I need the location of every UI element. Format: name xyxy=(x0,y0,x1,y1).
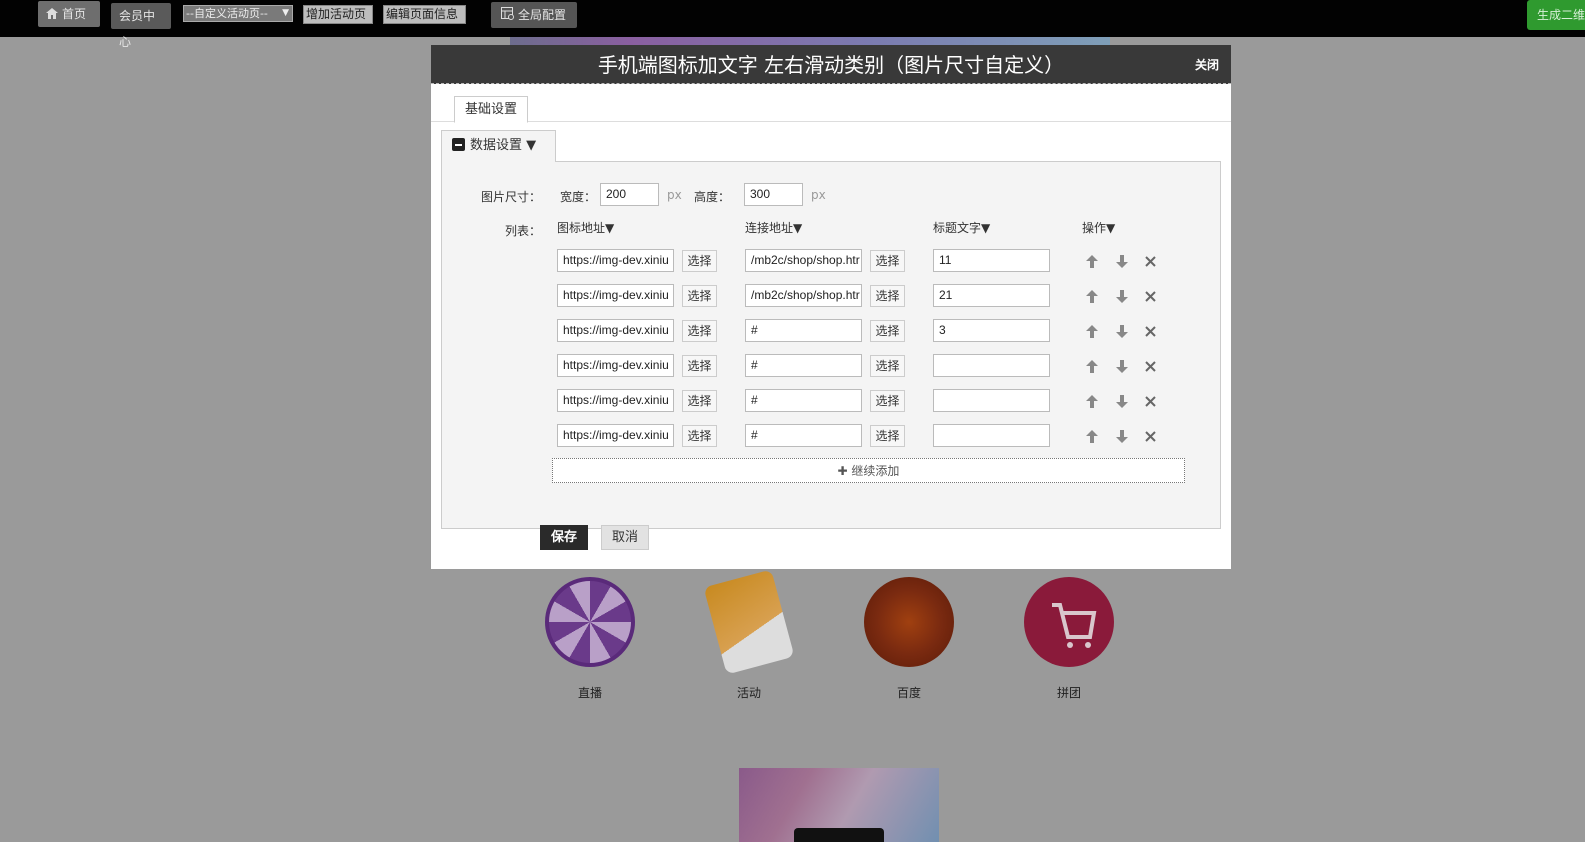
background-icon-label: 百度 xyxy=(896,686,921,700)
background-icon-item: 百度 xyxy=(864,577,954,701)
column-header-title-text[interactable]: 标题文字▼ xyxy=(933,219,990,236)
move-down-icon[interactable] xyxy=(1116,430,1130,444)
column-header-icon-url[interactable]: 图标地址▼ xyxy=(557,219,614,236)
background-icon-label: 直播 xyxy=(577,686,602,700)
background-icon-label: 拼团 xyxy=(1056,686,1081,700)
generate-qrcode-button[interactable]: 生成二维码 xyxy=(1527,0,1585,30)
edit-page-info-button[interactable]: 编辑页面信息 xyxy=(383,5,466,24)
dialog-header: 手机端图标加文字 左右滑动类别（图片尺寸自定义） 关闭 xyxy=(431,45,1231,84)
pick-icon-button[interactable]: 选择 xyxy=(682,250,717,272)
pick-icon-button[interactable]: 选择 xyxy=(682,390,717,412)
cancel-button[interactable]: 取消 xyxy=(601,525,649,550)
add-more-button[interactable]: ✚ 继续添加 xyxy=(552,458,1185,483)
width-label: 宽度： xyxy=(560,190,597,204)
background-icon-item: 拼团 xyxy=(1024,577,1114,701)
move-down-icon[interactable] xyxy=(1116,290,1130,304)
pick-icon-button[interactable]: 选择 xyxy=(682,355,717,377)
tab-basic-settings[interactable]: 基础设置 xyxy=(454,96,529,123)
height-label: 高度： xyxy=(694,190,731,204)
member-center-button[interactable]: 会员中心 xyxy=(111,3,171,49)
link-url-input[interactable]: # xyxy=(745,354,862,377)
link-url-input[interactable]: /mb2c/shop/shop.htr xyxy=(745,249,862,272)
move-up-icon[interactable] xyxy=(1086,395,1100,409)
move-up-icon[interactable] xyxy=(1086,360,1100,374)
link-url-input[interactable]: /mb2c/shop/shop.htr xyxy=(745,284,862,307)
background-bottom-banner xyxy=(739,768,939,842)
height-input[interactable]: 300 xyxy=(744,183,803,206)
move-up-icon[interactable] xyxy=(1086,430,1100,444)
flower-icon xyxy=(864,577,954,667)
icon-url-input[interactable]: https://img-dev.xiniu xyxy=(557,424,674,447)
move-up-icon[interactable] xyxy=(1086,255,1100,269)
move-down-icon[interactable] xyxy=(1116,325,1130,339)
delete-icon[interactable] xyxy=(1145,291,1159,305)
home-icon xyxy=(46,2,58,28)
global-config-button[interactable]: 全局配置 xyxy=(491,2,577,28)
section-toggle-data-settings[interactable]: 数据设置 ▼ xyxy=(441,130,556,162)
pick-icon-button[interactable]: 选择 xyxy=(682,320,717,342)
link-url-input[interactable]: # xyxy=(745,389,862,412)
component-settings-dialog: 手机端图标加文字 左右滑动类别（图片尺寸自定义） 关闭 基础设置 数据设置 ▼ … xyxy=(431,45,1231,569)
move-down-icon[interactable] xyxy=(1116,395,1130,409)
move-down-icon[interactable] xyxy=(1116,360,1130,374)
move-up-icon[interactable] xyxy=(1086,290,1100,304)
config-icon xyxy=(501,3,514,29)
top-toolbar: 首页 会员中心 --自定义活动页-- ▼ 增加活动页 编辑页面信息 全局配置 生… xyxy=(0,0,1585,49)
pick-link-button[interactable]: 选择 xyxy=(870,355,905,377)
add-page-button[interactable]: 增加活动页 xyxy=(303,5,373,24)
delete-icon[interactable] xyxy=(1145,431,1159,445)
group-cart-icon xyxy=(1024,577,1114,667)
dialog-title: 手机端图标加文字 左右滑动类别（图片尺寸自定义） xyxy=(597,53,1065,77)
icon-url-input[interactable]: https://img-dev.xiniu xyxy=(557,389,674,412)
background-icon-item: 活动 xyxy=(703,569,795,701)
icon-url-input[interactable]: https://img-dev.xiniu xyxy=(557,319,674,342)
page-select[interactable]: --自定义活动页-- ▼ xyxy=(183,5,293,22)
background-banner-strip xyxy=(510,37,1110,45)
link-url-input[interactable]: # xyxy=(745,424,862,447)
width-input[interactable]: 200 xyxy=(600,183,659,206)
title-text-input[interactable] xyxy=(933,389,1050,412)
title-text-input[interactable] xyxy=(933,424,1050,447)
pick-icon-button[interactable]: 选择 xyxy=(682,285,717,307)
pick-icon-button[interactable]: 选择 xyxy=(682,425,717,447)
height-unit: px xyxy=(811,188,826,202)
title-text-input[interactable] xyxy=(933,354,1050,377)
close-button[interactable]: 关闭 xyxy=(1195,45,1219,85)
title-text-input[interactable]: 11 xyxy=(933,249,1050,272)
background-icon-label: 活动 xyxy=(736,686,761,700)
icon-url-input[interactable]: https://img-dev.xiniu xyxy=(557,354,674,377)
dropdown-arrow-icon: ▼ xyxy=(282,8,289,18)
delete-icon[interactable] xyxy=(1145,326,1159,340)
pick-link-button[interactable]: 选择 xyxy=(870,390,905,412)
title-text-input[interactable]: 21 xyxy=(933,284,1050,307)
home-button[interactable]: 首页 xyxy=(38,1,100,27)
move-down-icon[interactable] xyxy=(1116,255,1130,269)
save-button[interactable]: 保存 xyxy=(540,525,588,550)
pick-link-button[interactable]: 选择 xyxy=(870,250,905,272)
column-header-link-url[interactable]: 连接地址▼ xyxy=(745,219,802,236)
title-text-input[interactable]: 3 xyxy=(933,319,1050,342)
link-url-input[interactable]: # xyxy=(745,319,862,342)
plus-icon: ✚ xyxy=(837,464,852,478)
pick-link-button[interactable]: 选择 xyxy=(870,285,905,307)
pick-link-button[interactable]: 选择 xyxy=(870,425,905,447)
column-header-operations[interactable]: 操作▼ xyxy=(1082,219,1115,236)
tab-bar: 基础设置 xyxy=(431,84,1231,123)
pick-link-button[interactable]: 选择 xyxy=(870,320,905,342)
move-up-icon[interactable] xyxy=(1086,325,1100,339)
delete-icon[interactable] xyxy=(1145,396,1159,410)
width-unit: px xyxy=(667,188,682,202)
delete-icon[interactable] xyxy=(1145,361,1159,375)
wheel-icon xyxy=(545,577,635,667)
data-settings-panel: 图片尺寸： 宽度： 200 px 高度： 300 px 列表： 图标地址▼ 连接… xyxy=(441,161,1221,529)
icon-url-input[interactable]: https://img-dev.xiniu xyxy=(557,284,674,307)
delete-icon[interactable] xyxy=(1145,256,1159,270)
collapse-icon xyxy=(452,138,465,151)
background-icon-item: 直播 xyxy=(545,577,635,701)
icon-url-input[interactable]: https://img-dev.xiniu xyxy=(557,249,674,272)
list-label: 列表： xyxy=(505,224,542,238)
image-size-label: 图片尺寸： xyxy=(481,190,542,204)
coupon-icon xyxy=(703,569,795,675)
